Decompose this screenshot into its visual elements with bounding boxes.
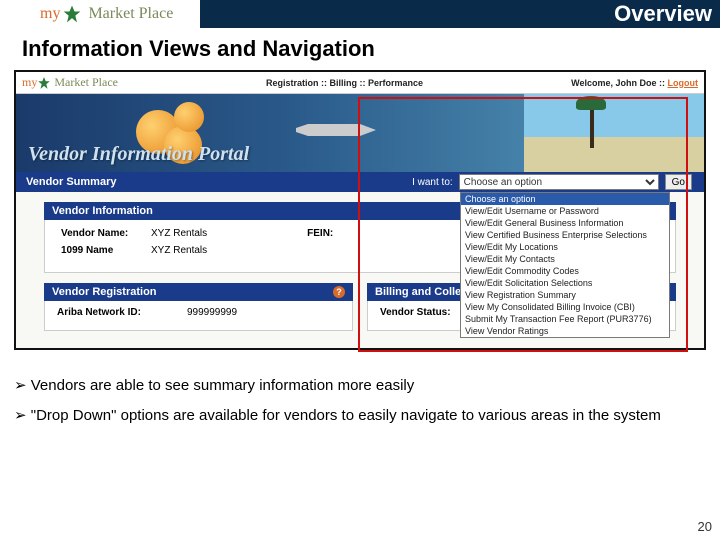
dropdown-item[interactable]: View/Edit Commodity Codes — [461, 265, 669, 277]
vendor-name-label: Vendor Name: — [61, 228, 151, 239]
welcome-user: John Doe — [615, 78, 656, 88]
dropdown-item[interactable]: View/Edit Username or Password — [461, 205, 669, 217]
ariba-label: Ariba Network ID: — [57, 307, 187, 318]
i-want-to-control: I want to: Choose an option Go — [412, 174, 698, 190]
slide-logo: my Market Place — [0, 0, 200, 28]
page-number: 20 — [698, 519, 712, 534]
slide-subtitle: Information Views and Navigation — [0, 28, 720, 70]
logo-my-text: my — [40, 5, 60, 23]
bullet-arrow-icon: ➢ — [14, 407, 31, 424]
dropdown-item[interactable]: Choose an option — [461, 193, 669, 205]
slide-title: Overview — [200, 1, 720, 27]
portal-banner: Vendor Information Portal — [16, 94, 704, 172]
bullet-text: "Drop Down" options are available for ve… — [31, 407, 661, 424]
bullet-list: ➢ Vendors are able to see summary inform… — [0, 350, 720, 424]
welcome-sep: :: — [657, 78, 668, 88]
go-button[interactable]: Go — [665, 174, 692, 190]
star-icon — [62, 4, 82, 24]
banner-plane-image — [296, 120, 376, 140]
screenshot-wrap: my Market Place Registration :: Billing … — [0, 70, 720, 350]
dropdown-item[interactable]: View My Consolidated Billing Invoice (CB… — [461, 301, 669, 313]
name-1099-value: XYZ Rentals — [151, 245, 207, 256]
dropdown-item[interactable]: View/Edit Solicitation Selections — [461, 277, 669, 289]
portal-logo-mp: Market Place — [54, 75, 118, 90]
dropdown-item[interactable]: Submit My Transaction Fee Report (PUR377… — [461, 313, 669, 325]
bullet-arrow-icon: ➢ — [14, 377, 31, 394]
i-want-to-select[interactable]: Choose an option — [459, 174, 659, 190]
bullet-item: ➢ "Drop Down" options are available for … — [14, 406, 706, 424]
portal-screenshot: my Market Place Registration :: Billing … — [14, 70, 706, 350]
name-1099-label: 1099 Name — [61, 245, 151, 256]
bullet-item: ➢ Vendors are able to see summary inform… — [14, 376, 706, 394]
bullet-text: Vendors are able to see summary informat… — [31, 377, 415, 394]
help-icon[interactable]: ? — [333, 286, 345, 298]
dropdown-item[interactable]: View Certified Business Enterprise Selec… — [461, 229, 669, 241]
banner-beach-image — [524, 94, 704, 172]
welcome-prefix: Welcome, — [571, 78, 615, 88]
portal-subheader: Vendor Summary I want to: Choose an opti… — [16, 172, 704, 192]
vendor-reg-heading: Vendor Registration? — [44, 283, 353, 301]
i-want-to-label: I want to: — [412, 177, 453, 188]
portal-logo-my: my — [22, 75, 37, 90]
vendor-reg-panel: Ariba Network ID:999999999 — [44, 301, 353, 331]
slide-header: my Market Place Overview — [0, 0, 720, 28]
banner-title: Vendor Information Portal — [28, 143, 249, 166]
dropdown-item[interactable]: View Registration Summary — [461, 289, 669, 301]
dropdown-item[interactable]: View/Edit My Contacts — [461, 253, 669, 265]
ariba-value: 999999999 — [187, 307, 237, 318]
vendor-reg-heading-text: Vendor Registration — [52, 286, 157, 298]
fein-label: FEIN: — [307, 228, 397, 239]
dropdown-item[interactable]: View/Edit My Locations — [461, 241, 669, 253]
portal-topbar: my Market Place Registration :: Billing … — [16, 72, 704, 94]
dropdown-item[interactable]: View/Edit General Business Information — [461, 217, 669, 229]
star-icon — [37, 76, 51, 90]
logout-link[interactable]: Logout — [668, 78, 699, 88]
vendor-name-value: XYZ Rentals — [151, 228, 207, 239]
portal-logo: my Market Place — [22, 75, 118, 90]
welcome-text: Welcome, John Doe :: Logout — [571, 78, 698, 88]
i-want-to-dropdown-open[interactable]: Choose an option View/Edit Username or P… — [460, 192, 670, 338]
logo-marketplace-text: Market Place — [88, 5, 173, 23]
subheader-title: Vendor Summary — [26, 176, 116, 188]
dropdown-item[interactable]: View Vendor Ratings — [461, 325, 669, 337]
portal-nav[interactable]: Registration :: Billing :: Performance — [118, 78, 571, 88]
